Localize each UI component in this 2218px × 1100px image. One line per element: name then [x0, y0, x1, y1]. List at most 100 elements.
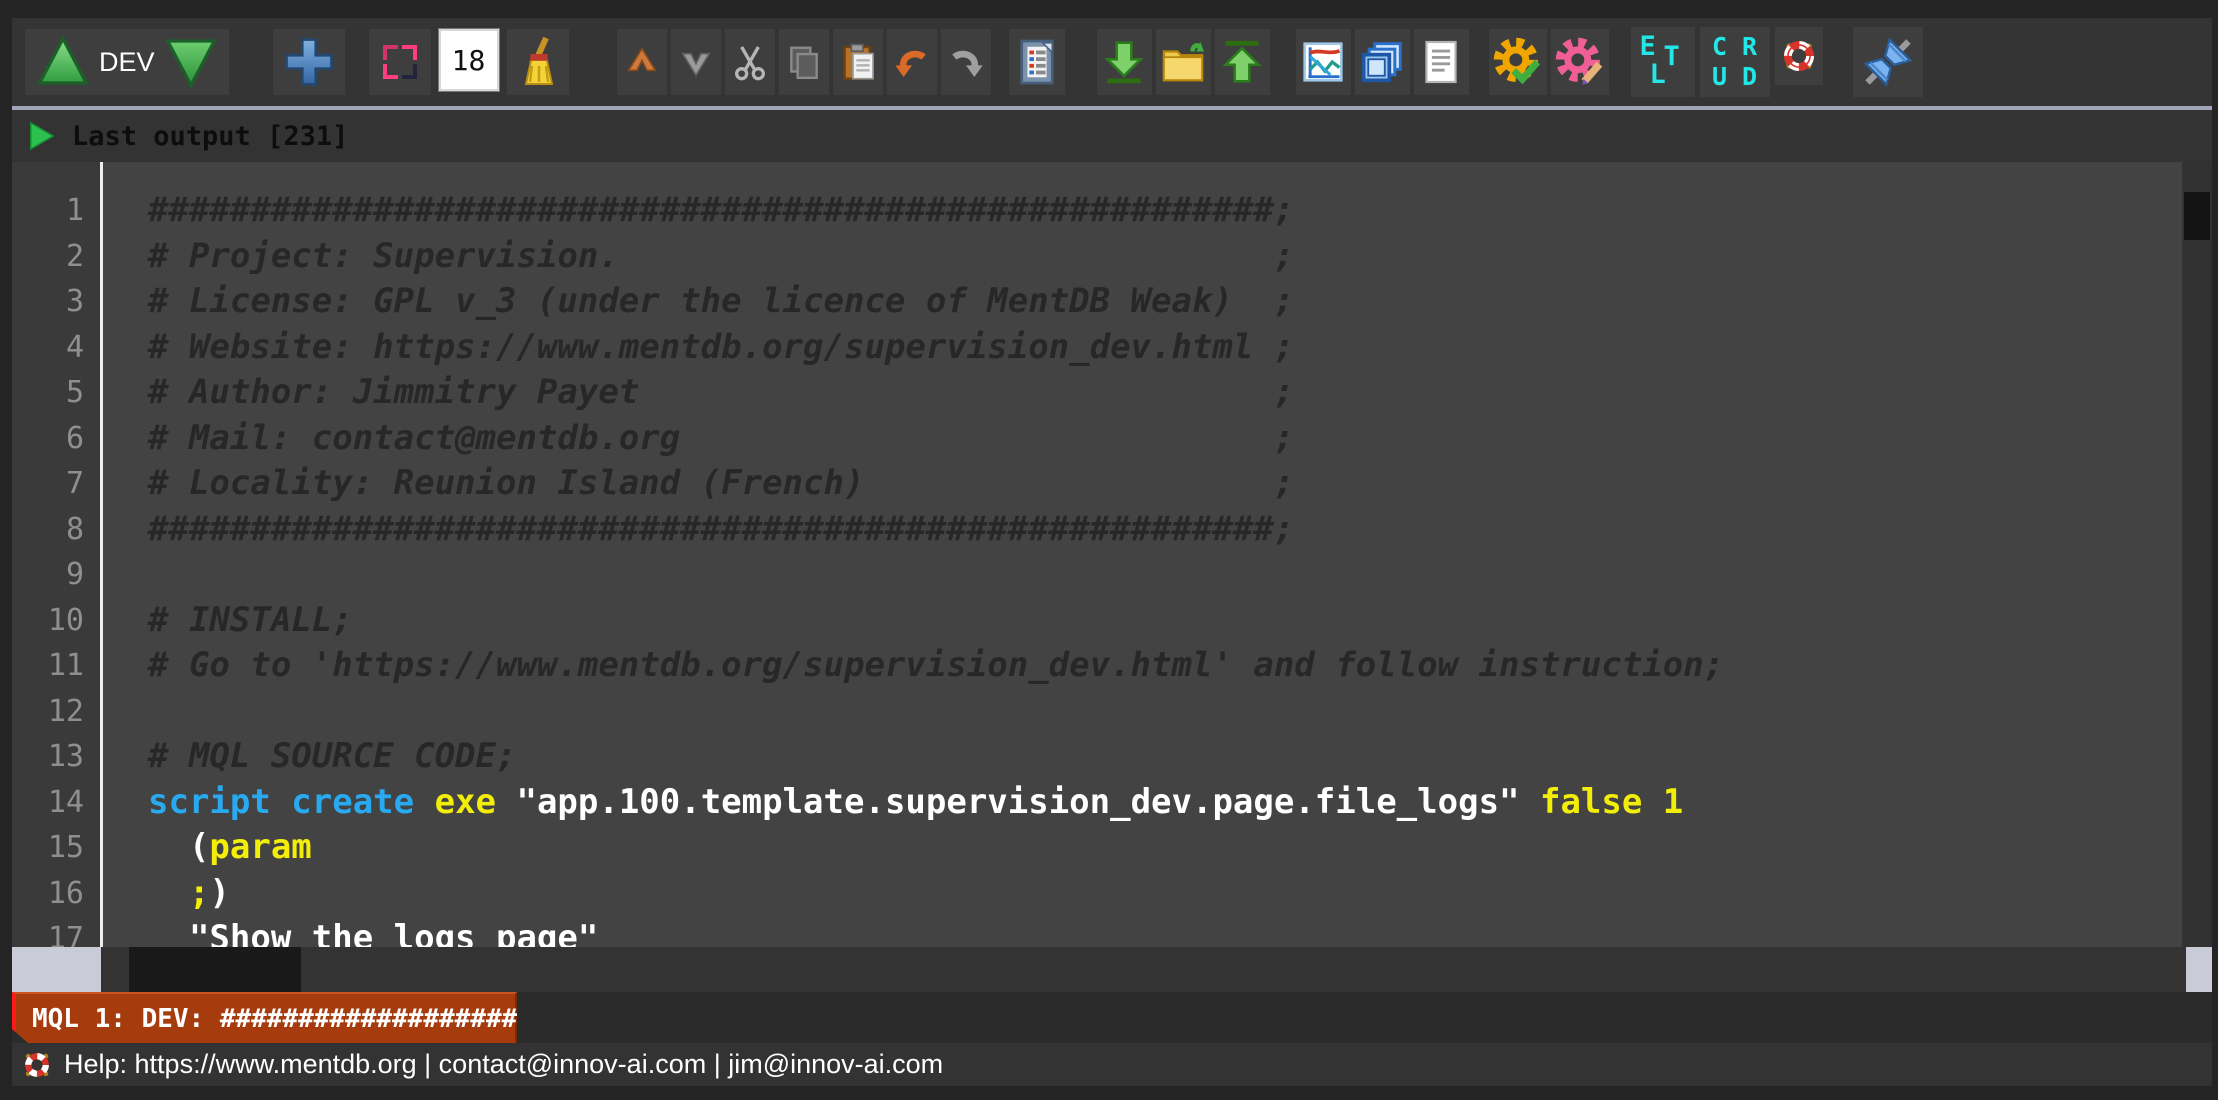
- line-number: 14: [12, 780, 100, 826]
- redo-button[interactable]: [941, 29, 991, 95]
- connector-icon: [1859, 33, 1917, 91]
- copy-button[interactable]: [779, 29, 829, 95]
- undo-button[interactable]: [887, 29, 937, 95]
- crud-button[interactable]: C R U D: [1700, 27, 1770, 97]
- vertical-scrollbar-thumb[interactable]: [2184, 192, 2210, 240]
- line-code: # MQL SOURCE CODE;: [100, 734, 516, 780]
- output-header: Last output [231]: [12, 110, 2212, 162]
- clean-button[interactable]: [507, 29, 569, 95]
- horizontal-scrollbar-thumb[interactable]: [129, 947, 301, 992]
- horizontal-scrollbar[interactable]: [12, 947, 2212, 992]
- code-line: 15 (param: [12, 825, 2182, 871]
- paste-button[interactable]: [833, 29, 883, 95]
- line-number: 9: [12, 552, 100, 598]
- line-number: 10: [12, 598, 100, 644]
- code-line: 7# Locality: Reunion Island (French) ;: [12, 461, 2182, 507]
- export-icon: [1220, 39, 1264, 85]
- status-lifebuoy-icon: [22, 1050, 52, 1080]
- code-line: 10# INSTALL;: [12, 598, 2182, 644]
- log-doc-icon: [1016, 39, 1058, 85]
- log-doc-button[interactable]: [1009, 29, 1065, 95]
- scroll-top-button[interactable]: [617, 29, 667, 95]
- line-code: [100, 689, 148, 735]
- code-line: 16 ;): [12, 871, 2182, 917]
- status-bar: Help: https://www.mentdb.org | contact@i…: [12, 1043, 2212, 1086]
- gear-edit-button[interactable]: [1551, 29, 1609, 95]
- help-ring-button[interactable]: [1775, 27, 1823, 85]
- dev-group: DEV: [25, 29, 229, 95]
- cut-icon: [730, 42, 770, 82]
- dev-down-icon[interactable]: [163, 34, 219, 90]
- line-code: # Website: https://www.mentdb.org/superv…: [100, 325, 1294, 371]
- add-icon: [282, 35, 336, 89]
- code-line: 4# Website: https://www.mentdb.org/super…: [12, 325, 2182, 371]
- add-button[interactable]: [273, 29, 345, 95]
- dev-up-icon[interactable]: [35, 34, 91, 90]
- dev-label: DEV: [99, 47, 155, 78]
- line-number: 15: [12, 825, 100, 871]
- open-folder-button[interactable]: [1156, 29, 1211, 95]
- windows-button[interactable]: [1355, 29, 1410, 95]
- line-number: 16: [12, 871, 100, 917]
- line-number: 17: [12, 916, 100, 947]
- toolbar: DEV 18: [12, 18, 2212, 106]
- font-size-box[interactable]: 18: [439, 29, 499, 91]
- code-line: 2# Project: Supervision. ;: [12, 234, 2182, 280]
- code-line: 12: [12, 689, 2182, 735]
- line-code: # Mail: contact@mentdb.org ;: [100, 416, 1294, 462]
- editor-zone: 1#######################################…: [12, 162, 2212, 947]
- cut-button[interactable]: [725, 29, 775, 95]
- tab-mql-1[interactable]: MQL 1: DEV: ########################...: [12, 992, 517, 1043]
- redo-icon: [946, 42, 986, 82]
- line-code: [100, 552, 148, 598]
- clean-icon: [514, 36, 562, 88]
- tab-bar: MQL 1: DEV: ########################...: [12, 992, 2212, 1043]
- chart-button[interactable]: [1296, 29, 1351, 95]
- mentdb-window: DEV 18: [12, 18, 2212, 1086]
- open-folder-icon: [1160, 40, 1206, 84]
- code-line: 8#######################################…: [12, 507, 2182, 553]
- scroll-bottom-button[interactable]: [671, 29, 721, 95]
- selection-icon: [383, 45, 417, 79]
- line-number: 1: [12, 188, 100, 234]
- tab-clean-icon[interactable]: [654, 1005, 680, 1033]
- line-code: "Show the logs page": [100, 916, 598, 947]
- line-number: 11: [12, 643, 100, 689]
- code-line: 6# Mail: contact@mentdb.org ;: [12, 416, 2182, 462]
- code-line: 1#######################################…: [12, 188, 2182, 234]
- import-button[interactable]: [1097, 29, 1152, 95]
- selection-button[interactable]: [369, 29, 431, 95]
- line-number: 7: [12, 461, 100, 507]
- line-number: 6: [12, 416, 100, 462]
- output-label: Last output [231]: [72, 121, 348, 152]
- crud-icon: C R: [1712, 32, 1757, 62]
- gear-check-button[interactable]: [1489, 29, 1547, 95]
- vertical-scrollbar[interactable]: [2182, 162, 2212, 947]
- line-code: # License: GPL v_3 (under the licence of…: [100, 279, 1294, 325]
- code-line: 14script create exe "app.100.template.su…: [12, 780, 2182, 826]
- add-tab-button[interactable]: [692, 997, 740, 1041]
- elt-button[interactable]: E T L: [1631, 27, 1695, 97]
- line-code: ########################################…: [100, 188, 1294, 234]
- scrollbar-corner-right: [2186, 947, 2212, 992]
- scroll-bottom-icon: [676, 42, 716, 82]
- line-number: 12: [12, 689, 100, 735]
- document-button[interactable]: [1414, 29, 1469, 95]
- code-editor[interactable]: 1#######################################…: [12, 162, 2182, 947]
- line-number: 8: [12, 507, 100, 553]
- tab-label: MQL 1: DEV: ########################...: [32, 1004, 642, 1034]
- code-line: 5# Author: Jimmitry Payet ;: [12, 370, 2182, 416]
- code-line: 11# Go to 'https://www.mentdb.org/superv…: [12, 643, 2182, 689]
- line-number: 5: [12, 370, 100, 416]
- copy-icon: [785, 43, 823, 81]
- connector-button[interactable]: [1853, 27, 1923, 97]
- line-code: # INSTALL;: [100, 598, 353, 644]
- scroll-top-icon: [622, 42, 662, 82]
- line-code: # Locality: Reunion Island (French) ;: [100, 461, 1294, 507]
- chart-icon: [1301, 40, 1345, 84]
- export-button[interactable]: [1215, 29, 1270, 95]
- paste-icon: [838, 42, 878, 82]
- undo-icon: [892, 42, 932, 82]
- gear-check-icon: [1492, 36, 1544, 88]
- line-number: 13: [12, 734, 100, 780]
